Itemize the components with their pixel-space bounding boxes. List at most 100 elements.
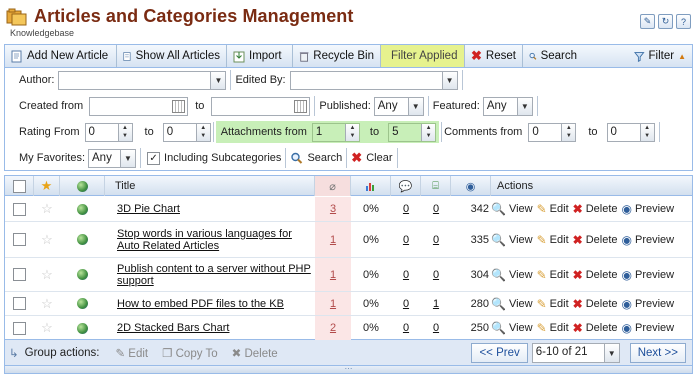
view-action[interactable]: 🔍 View	[491, 268, 533, 282]
related-count-link[interactable]: 0	[433, 234, 439, 246]
page-select[interactable]: 6-10 of 21 ▼	[531, 343, 620, 363]
comments-count-link[interactable]: 0	[403, 269, 409, 281]
article-title-link[interactable]: 3D Pie Chart	[117, 203, 180, 215]
calendar-icon[interactable]	[172, 99, 186, 113]
attachments-count-link[interactable]: 1	[330, 298, 336, 310]
delete-action[interactable]: ✖ Delete	[573, 268, 618, 282]
preview-action[interactable]: ◉ Preview	[622, 202, 675, 216]
edited-by-select[interactable]: ▼	[289, 70, 458, 90]
rating-to-input[interactable]: 0 ▲ ▼	[162, 122, 211, 142]
edit-action[interactable]: ✎ Edit	[537, 268, 569, 282]
spinner-icon[interactable]: ▲ ▼	[561, 123, 576, 141]
table-row[interactable]: ☆ 2D Stacked Bars Chart 2 0% 0 0 250 🔍 View ✎ Edit…	[5, 316, 692, 341]
prev-page-button[interactable]: << Prev	[471, 343, 528, 363]
row-checkbox[interactable]	[13, 297, 26, 310]
spinner-icon[interactable]: ▲ ▼	[117, 123, 132, 141]
created-to-input[interactable]	[211, 96, 311, 116]
search-button[interactable]: Search	[523, 45, 583, 67]
favorite-column-header[interactable]: ★	[34, 176, 60, 196]
next-page-button[interactable]: Next >>	[629, 343, 686, 363]
rating-column-header[interactable]	[351, 176, 391, 196]
select-all-checkbox[interactable]	[12, 179, 26, 193]
spinner-icon[interactable]: ▲ ▼	[344, 123, 359, 141]
spinner-icon[interactable]: ▲ ▼	[195, 123, 210, 141]
table-row[interactable]: ☆ 3D Pie Chart 3 0% 0 0 342 🔍 View ✎ Edit ✖ Delete ◉ P…	[5, 197, 692, 222]
article-title-link[interactable]: Stop words in various languages for Auto…	[117, 228, 315, 252]
related-count-link[interactable]: 1	[433, 298, 439, 310]
attachments-count-link[interactable]: 1	[330, 234, 336, 246]
featured-select[interactable]: Any ▼	[482, 96, 533, 116]
star-outline-icon[interactable]: ☆	[41, 267, 53, 283]
group-edit-button[interactable]: ✎ Edit	[115, 346, 148, 360]
preview-action[interactable]: ◉ Preview	[622, 321, 675, 335]
attachments-count-link[interactable]: 1	[330, 269, 336, 281]
favorites-select[interactable]: Any ▼	[88, 148, 137, 168]
comments-count-link[interactable]: 0	[403, 234, 409, 246]
related-count-link[interactable]: 0	[433, 322, 439, 334]
comments-count-link[interactable]: 0	[403, 298, 409, 310]
row-checkbox[interactable]	[13, 202, 26, 216]
star-outline-icon[interactable]: ☆	[41, 296, 53, 312]
table-row[interactable]: ☆ Stop words in various languages for Aut…	[5, 222, 692, 258]
delete-action[interactable]: ✖ Delete	[573, 321, 618, 335]
preview-action[interactable]: ◉ Preview	[622, 297, 675, 311]
star-outline-icon[interactable]: ☆	[41, 320, 53, 336]
show-all-articles-button[interactable]: Show All Articles	[117, 45, 227, 67]
recycle-bin-button[interactable]: Recycle Bin	[293, 45, 381, 67]
status-column-header[interactable]	[60, 176, 105, 196]
filter-clear-button[interactable]: ✖ Clear	[351, 150, 392, 166]
row-checkbox[interactable]	[13, 321, 26, 335]
comments-column-header[interactable]: 💬	[391, 176, 421, 196]
view-action[interactable]: 🔍 View	[491, 321, 533, 335]
refresh-icon[interactable]: ↻	[658, 14, 673, 29]
attachments-to-input[interactable]: 5 ▲ ▼	[388, 122, 437, 142]
view-action[interactable]: 🔍 View	[491, 297, 533, 311]
edit-action[interactable]: ✎ Edit	[537, 321, 569, 335]
comments-to-input[interactable]: 0 ▲ ▼	[606, 122, 655, 142]
including-subcategories-checkbox[interactable]: ✓	[147, 151, 161, 165]
preview-action[interactable]: ◉ Preview	[622, 233, 675, 247]
related-column-header[interactable]: ⌸	[421, 176, 451, 196]
comments-from-input[interactable]: 0 ▲ ▼	[528, 122, 577, 142]
group-copy-button[interactable]: ❐ Copy To	[162, 346, 218, 360]
filter-toggle-button[interactable]: Filter ▲	[628, 45, 692, 67]
views-column-header[interactable]: ◉	[451, 176, 491, 196]
resize-handle[interactable]: ⋯	[4, 365, 693, 374]
filter-search-button[interactable]: Search	[290, 152, 342, 165]
attachments-count-link[interactable]: 3	[330, 203, 336, 215]
author-select[interactable]: ▼	[58, 70, 227, 90]
row-checkbox[interactable]	[13, 268, 26, 281]
help-icon[interactable]: ?	[676, 14, 691, 29]
spinner-icon[interactable]: ▲ ▼	[421, 123, 436, 141]
article-title-link[interactable]: 2D Stacked Bars Chart	[117, 322, 230, 334]
row-checkbox[interactable]	[13, 233, 26, 246]
spinner-icon[interactable]: ▲ ▼	[639, 123, 654, 141]
attachments-count-link[interactable]: 2	[330, 322, 336, 334]
title-column-header[interactable]: Title	[105, 176, 315, 196]
rating-from-input[interactable]: 0 ▲ ▼	[84, 122, 133, 142]
delete-action[interactable]: ✖ Delete	[573, 233, 618, 247]
edit-action[interactable]: ✎ Edit	[537, 202, 569, 216]
delete-action[interactable]: ✖ Delete	[573, 297, 618, 311]
star-outline-icon[interactable]: ☆	[41, 232, 53, 248]
comments-count-link[interactable]: 0	[403, 322, 409, 334]
attachments-from-input[interactable]: 1 ▲ ▼	[311, 122, 360, 142]
table-row[interactable]: ☆ How to embed PDF files to the KB 1 0% 0 1 28…	[5, 292, 692, 316]
table-row[interactable]: ☆ Publish content to a server without PHP…	[5, 258, 692, 292]
edit-action[interactable]: ✎ Edit	[537, 233, 569, 247]
comments-count-link[interactable]: 0	[403, 203, 409, 215]
edit-action[interactable]: ✎ Edit	[537, 297, 569, 311]
article-title-link[interactable]: Publish content to a server without PHP …	[117, 263, 315, 287]
delete-action[interactable]: ✖ Delete	[573, 202, 618, 216]
created-from-input[interactable]	[89, 96, 189, 116]
attachments-column-header[interactable]: ⌀	[315, 176, 351, 196]
edit-icon[interactable]: ✎	[640, 14, 655, 29]
related-count-link[interactable]: 0	[433, 269, 439, 281]
article-title-link[interactable]: How to embed PDF files to the KB	[117, 298, 284, 310]
star-outline-icon[interactable]: ☆	[41, 201, 53, 217]
related-count-link[interactable]: 0	[433, 203, 439, 215]
select-all-header[interactable]	[5, 176, 34, 196]
view-action[interactable]: 🔍 View	[491, 233, 533, 247]
add-new-article-button[interactable]: Add New Article	[5, 45, 117, 67]
published-select[interactable]: Any ▼	[373, 96, 424, 116]
